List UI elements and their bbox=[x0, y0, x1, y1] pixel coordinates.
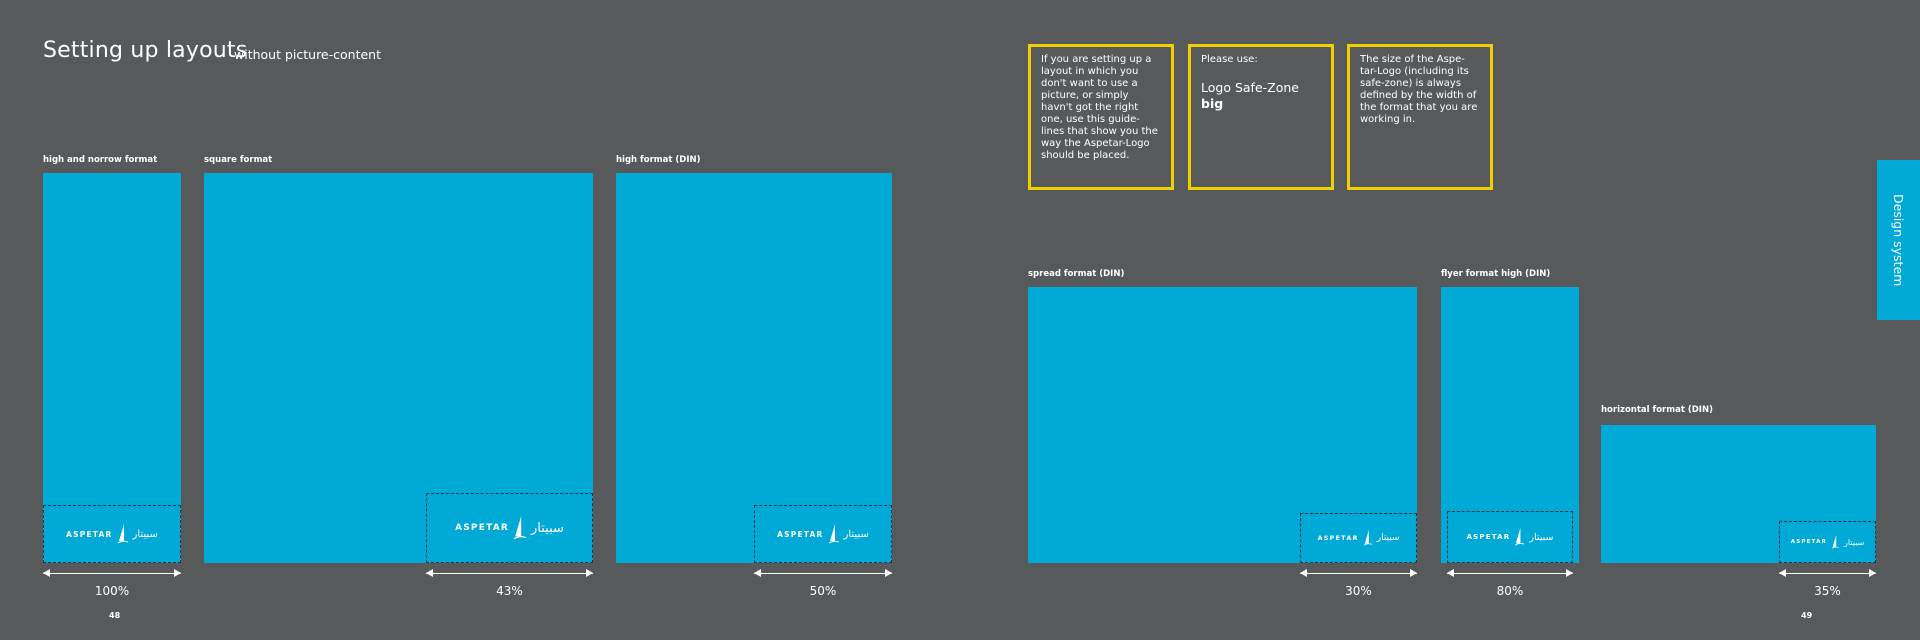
page-subtitle: without picture-content bbox=[234, 47, 381, 62]
aspetar-logo: ASPETAR سبيتار bbox=[1791, 535, 1864, 549]
percent-label-high-narrow: 100% bbox=[94, 584, 130, 598]
note-text: The size of the Aspe-tar-Logo (including… bbox=[1360, 54, 1478, 125]
logo-latin: ASPETAR bbox=[455, 523, 510, 533]
format-panel-high-din: ASPETAR سبيتار bbox=[616, 173, 892, 563]
sail-icon bbox=[514, 516, 527, 540]
aspetar-logo: ASPETAR سبيتار bbox=[777, 524, 869, 544]
aspetar-logo: ASPETAR سبيتار bbox=[455, 516, 564, 540]
percent-label-high-din: 50% bbox=[809, 584, 837, 598]
aspetar-logo: ASPETAR سبيتار bbox=[1466, 528, 1554, 546]
note-box-logo-size: The size of the Aspe-tar-Logo (including… bbox=[1347, 44, 1493, 190]
logo-arabic: سبيتار bbox=[843, 528, 869, 540]
format-label-high-narrow: high and norrow format bbox=[43, 155, 158, 165]
logo-arabic: سبيتار bbox=[1843, 537, 1865, 547]
logo-safe-zone: ASPETAR سبيتار bbox=[1447, 511, 1573, 563]
width-arrow bbox=[1779, 569, 1876, 579]
sail-icon bbox=[117, 524, 128, 544]
format-label-square: square format bbox=[204, 155, 273, 165]
width-arrow bbox=[43, 569, 181, 579]
format-panel-flyer-din: ASPETAR سبيتار bbox=[1441, 287, 1579, 563]
format-panel-high-narrow: ASPETAR سبيتار bbox=[43, 173, 181, 563]
logo-arabic: سبيتار bbox=[1529, 531, 1554, 543]
logo-safe-zone: ASPETAR سبيتار bbox=[1779, 521, 1876, 563]
format-label-high-din: high format (DIN) bbox=[616, 155, 701, 165]
aspetar-logo: ASPETAR سبيتار bbox=[66, 524, 158, 544]
logo-arabic: سبيتار bbox=[1376, 533, 1400, 543]
format-label-flyer-din: flyer format high (DIN) bbox=[1441, 269, 1551, 279]
format-panel-horizontal-din: ASPETAR سبيتار bbox=[1601, 425, 1876, 563]
percent-label-square: 43% bbox=[496, 584, 523, 598]
logo-latin: ASPETAR bbox=[66, 529, 113, 539]
format-label-horizontal-din: horizontal format (DIN) bbox=[1601, 405, 1713, 415]
format-label-spread-din: spread format (DIN) bbox=[1028, 269, 1125, 279]
aspetar-logo: ASPETAR سبيتار bbox=[1317, 530, 1400, 546]
note-safe-zone-label: Logo Safe-Zone bbox=[1201, 80, 1299, 95]
percent-label-horizontal-din: 35% bbox=[1814, 584, 1841, 598]
logo-latin: ASPETAR bbox=[1317, 534, 1359, 542]
logo-latin: ASPETAR bbox=[1790, 539, 1827, 545]
logo-safe-zone: ASPETAR سبيتار bbox=[426, 493, 593, 563]
logo-latin: ASPETAR bbox=[1466, 533, 1511, 541]
width-arrow bbox=[1447, 569, 1573, 579]
logo-safe-zone: ASPETAR سبيتار bbox=[754, 505, 892, 563]
format-panel-square: ASPETAR سبيتار bbox=[204, 173, 593, 563]
sail-icon bbox=[1515, 528, 1525, 546]
note-safe-zone-size: big bbox=[1201, 95, 1224, 111]
width-arrow bbox=[426, 569, 593, 579]
note-box-safe-zone: Please use: Logo Safe-Zone big bbox=[1188, 44, 1334, 190]
logo-latin: ASPETAR bbox=[777, 529, 824, 539]
page-number-left: 48 bbox=[109, 611, 121, 620]
note-intro: Please use: bbox=[1201, 54, 1258, 65]
percent-label-spread-din: 30% bbox=[1345, 584, 1372, 598]
sail-icon bbox=[828, 524, 839, 544]
sail-icon bbox=[1363, 530, 1372, 546]
width-arrow bbox=[1300, 569, 1417, 579]
format-panel-spread-din: ASPETAR سبيتار bbox=[1028, 287, 1417, 563]
logo-arabic: سبيتار bbox=[132, 528, 158, 540]
logo-safe-zone: ASPETAR سبيتار bbox=[43, 505, 181, 563]
note-text: If you are setting up a layout in which … bbox=[1041, 54, 1158, 161]
logo-arabic: سبيتار bbox=[531, 520, 564, 536]
side-tab-design-system[interactable]: Design system bbox=[1877, 160, 1920, 320]
page-number-right: 49 bbox=[1801, 611, 1813, 620]
note-box-no-picture: If you are setting up a layout in which … bbox=[1028, 44, 1174, 190]
width-arrow bbox=[754, 569, 892, 579]
page-title: Setting up layouts bbox=[43, 38, 248, 63]
logo-safe-zone: ASPETAR سبيتار bbox=[1300, 513, 1417, 563]
side-tab-label: Design system bbox=[1891, 193, 1906, 287]
sail-icon bbox=[1831, 535, 1839, 549]
percent-label-flyer-din: 80% bbox=[1496, 584, 1524, 598]
